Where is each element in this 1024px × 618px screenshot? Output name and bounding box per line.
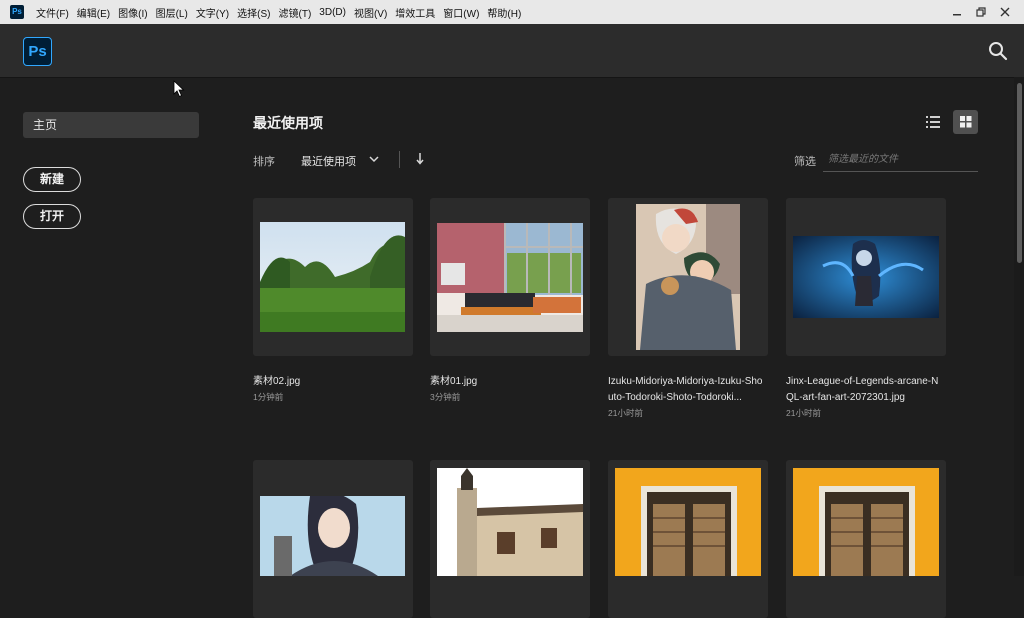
sort-label: 排序 bbox=[253, 156, 275, 168]
grid-view-button[interactable] bbox=[953, 110, 978, 134]
sort-dropdown[interactable]: 最近使用项 bbox=[301, 153, 356, 169]
menu-bar: Ps 文件(F) 编辑(E) 图像(I) 图层(L) 文字(Y) 选择(S) 滤… bbox=[0, 0, 1024, 25]
landscape-image bbox=[260, 222, 405, 332]
file-card[interactable] bbox=[786, 460, 946, 618]
chevron-down-icon[interactable] bbox=[369, 155, 379, 163]
file-time: 3分钟前 bbox=[430, 392, 461, 402]
photoshop-app-icon: Ps bbox=[10, 5, 24, 19]
menu-filter[interactable]: 滤镜(T) bbox=[275, 5, 316, 20]
file-card[interactable] bbox=[253, 460, 413, 618]
section-title: 最近使用项 bbox=[253, 115, 323, 131]
window-image bbox=[793, 468, 939, 576]
list-view-icon[interactable] bbox=[921, 110, 945, 134]
file-name: 素材01.jpg bbox=[430, 376, 478, 387]
window-image bbox=[615, 468, 761, 576]
menu-select[interactable]: 选择(S) bbox=[233, 5, 274, 20]
file-name: 素材02.jpg bbox=[253, 376, 301, 387]
file-time: 21小时前 bbox=[608, 408, 643, 418]
file-thumbnail[interactable] bbox=[608, 198, 768, 356]
sidebar-item-home[interactable]: 主页 bbox=[23, 112, 199, 138]
open-button[interactable]: 打开 bbox=[23, 204, 81, 229]
photoshop-logo: Ps bbox=[23, 37, 52, 66]
file-thumbnail[interactable] bbox=[253, 460, 413, 618]
sort-direction-icon[interactable] bbox=[415, 152, 425, 166]
building-image bbox=[437, 468, 583, 576]
file-thumbnail[interactable] bbox=[430, 460, 590, 618]
file-thumbnail[interactable] bbox=[786, 198, 946, 356]
menu-plugins[interactable]: 增效工具 bbox=[391, 5, 439, 20]
menu-help[interactable]: 帮助(H) bbox=[483, 5, 525, 20]
anime-art-image bbox=[636, 204, 740, 350]
search-icon[interactable] bbox=[988, 41, 1008, 61]
menu-image[interactable]: 图像(I) bbox=[114, 5, 151, 20]
menu-view[interactable]: 视图(V) bbox=[350, 5, 391, 20]
file-time: 1分钟前 bbox=[253, 392, 284, 402]
file-card[interactable] bbox=[608, 460, 768, 618]
file-thumbnail[interactable] bbox=[430, 198, 590, 356]
restore-icon[interactable] bbox=[976, 7, 986, 17]
divider bbox=[399, 151, 400, 168]
menu-edit[interactable]: 编辑(E) bbox=[73, 5, 114, 20]
filter-input[interactable] bbox=[823, 148, 978, 172]
file-time: 21小时前 bbox=[786, 408, 821, 418]
app-header: Ps bbox=[0, 24, 1024, 78]
file-card[interactable]: 素材01.jpg 3分钟前 bbox=[430, 198, 590, 418]
menu-layer[interactable]: 图层(L) bbox=[152, 5, 192, 20]
file-thumbnail[interactable] bbox=[786, 460, 946, 618]
mouse-cursor-icon bbox=[173, 80, 185, 98]
minimize-icon[interactable] bbox=[952, 7, 962, 17]
file-card[interactable] bbox=[430, 460, 590, 618]
anime-girl-image bbox=[260, 496, 405, 576]
filter-label: 筛选 bbox=[794, 156, 816, 168]
bedroom-image bbox=[437, 223, 583, 332]
file-name: Izuku-Midoriya-Midoriya-Izuku-Shouto-Tod… bbox=[608, 376, 763, 403]
file-card[interactable]: 素材02.jpg 1分钟前 bbox=[253, 198, 413, 418]
grid-view-icon bbox=[960, 116, 972, 128]
scrollbar-thumb[interactable] bbox=[1017, 83, 1022, 263]
file-card[interactable]: Izuku-Midoriya-Midoriya-Izuku-Shouto-Tod… bbox=[608, 198, 768, 423]
menu-file[interactable]: 文件(F) bbox=[32, 5, 73, 20]
close-icon[interactable] bbox=[1000, 7, 1010, 17]
new-button[interactable]: 新建 bbox=[23, 167, 81, 192]
file-name: Jinx-League-of-Legends-arcane-NQL-art-fa… bbox=[786, 376, 939, 403]
menu-window[interactable]: 窗口(W) bbox=[439, 5, 483, 20]
menu-3d[interactable]: 3D(D) bbox=[315, 7, 350, 18]
file-thumbnail[interactable] bbox=[608, 460, 768, 618]
jinx-art-image bbox=[793, 236, 939, 318]
menu-type[interactable]: 文字(Y) bbox=[192, 5, 233, 20]
file-thumbnail[interactable] bbox=[253, 198, 413, 356]
scrollbar[interactable] bbox=[1014, 77, 1024, 576]
file-card[interactable]: Jinx-League-of-Legends-arcane-NQL-art-fa… bbox=[786, 198, 946, 423]
